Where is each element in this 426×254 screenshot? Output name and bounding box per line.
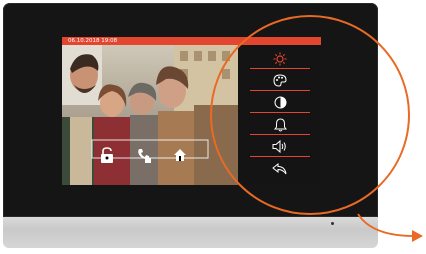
- pointer-arrow: [357, 213, 423, 242]
